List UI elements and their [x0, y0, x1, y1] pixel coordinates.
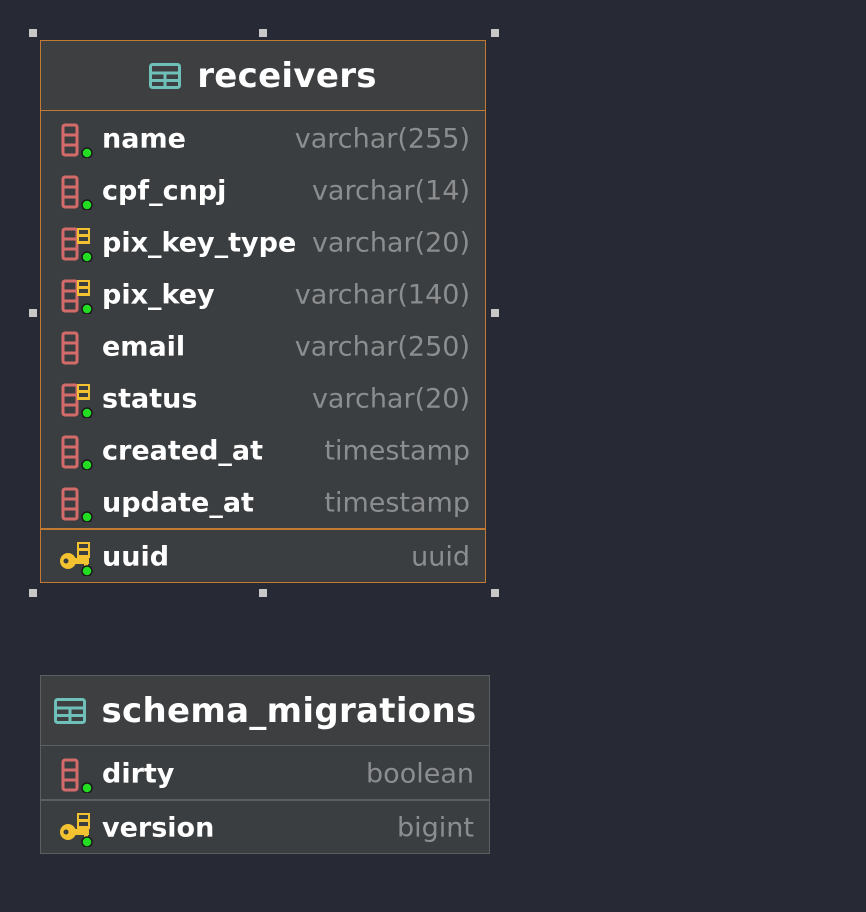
column-row[interactable]: dirty boolean — [41, 748, 489, 800]
column-icon — [61, 175, 93, 210]
column-name: pix_key_type — [102, 227, 297, 259]
column-type: timestamp — [324, 435, 470, 467]
resize-handle[interactable] — [491, 309, 499, 317]
resize-handle[interactable] — [29, 29, 37, 37]
column-name: cpf_cnpj — [102, 175, 227, 207]
column-name: pix_key — [102, 279, 215, 311]
column-type: boolean — [366, 758, 474, 790]
indexed-column-icon — [61, 279, 93, 314]
key-separator — [41, 799, 489, 801]
column-type: uuid — [411, 541, 470, 573]
primary-key-icon — [60, 542, 93, 576]
table-header[interactable]: schema_migrations — [41, 676, 489, 746]
table-header[interactable]: receivers — [41, 41, 485, 111]
indexed-column-icon — [61, 227, 93, 262]
primary-key-icon — [60, 813, 93, 847]
column-name: name — [102, 123, 186, 155]
table-icon — [149, 62, 182, 89]
column-name: status — [102, 383, 198, 415]
column-name: version — [102, 812, 215, 844]
table-title: receivers — [197, 55, 377, 96]
column-row[interactable]: update_at timestamp — [41, 477, 485, 529]
column-row[interactable]: version bigint — [41, 802, 489, 854]
column-icon — [61, 487, 93, 522]
table-schema-migrations[interactable]: schema_migrations dirty boolean version bi… — [40, 675, 490, 854]
column-type: varchar(250) — [294, 331, 470, 363]
resize-handle[interactable] — [29, 589, 37, 597]
column-type: timestamp — [324, 487, 470, 519]
column-nullable-icon — [61, 331, 79, 365]
column-type: varchar(14) — [311, 175, 470, 207]
column-row[interactable]: name varchar(255) — [41, 113, 485, 165]
column-name: dirty — [102, 758, 175, 790]
column-name: update_at — [102, 487, 254, 519]
column-type: varchar(140) — [294, 279, 470, 311]
column-icon — [61, 435, 93, 470]
resize-handle[interactable] — [491, 589, 499, 597]
table-icon — [53, 697, 86, 724]
column-name: email — [102, 331, 186, 363]
table-receivers[interactable]: receivers name varchar(255) cpf_cnpj varch… — [40, 40, 486, 583]
indexed-column-icon — [61, 383, 93, 418]
column-row[interactable]: pix_key_type varchar(20) — [41, 217, 485, 269]
column-row[interactable]: cpf_cnpj varchar(14) — [41, 165, 485, 217]
resize-handle[interactable] — [259, 29, 267, 37]
column-icon — [61, 123, 93, 158]
column-icon — [61, 758, 93, 793]
column-row[interactable]: created_at timestamp — [41, 425, 485, 477]
column-type: varchar(20) — [311, 383, 470, 415]
column-name: uuid — [102, 541, 170, 573]
column-row[interactable]: uuid uuid — [41, 531, 485, 583]
column-row[interactable]: pix_key varchar(140) — [41, 269, 485, 321]
table-title: schema_migrations — [101, 690, 477, 731]
column-row[interactable]: status varchar(20) — [41, 373, 485, 425]
column-row[interactable]: email varchar(250) — [41, 321, 485, 373]
resize-handle[interactable] — [29, 309, 37, 317]
column-name: created_at — [102, 435, 264, 467]
column-type: varchar(20) — [311, 227, 470, 259]
resize-handle[interactable] — [491, 29, 499, 37]
resize-handle[interactable] — [259, 589, 267, 597]
column-type: varchar(255) — [294, 123, 470, 155]
column-type: bigint — [397, 812, 474, 844]
key-separator — [41, 528, 485, 530]
